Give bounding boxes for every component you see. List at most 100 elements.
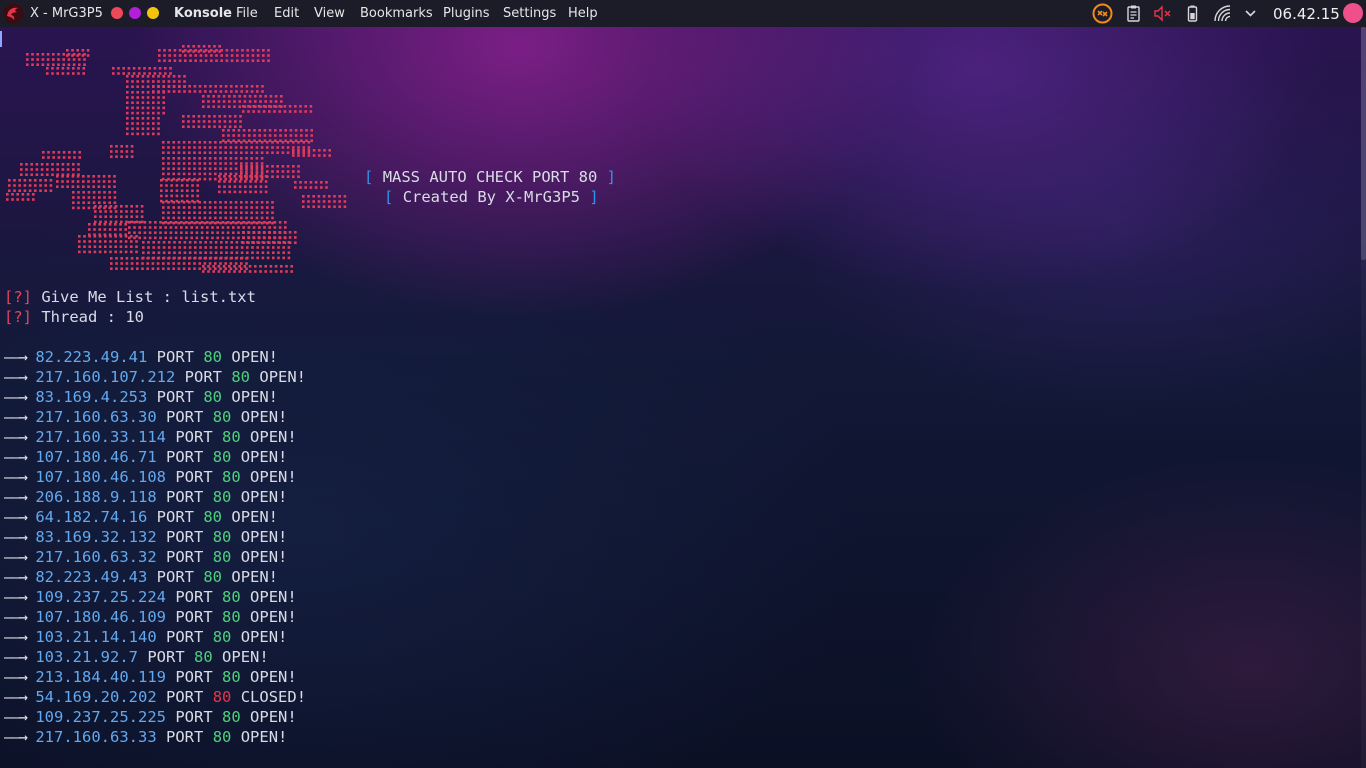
prompt-thread-line: [?] Thread : 10 (4, 307, 144, 327)
result-arrow: ——→ (4, 528, 28, 546)
result-port: 80 (222, 468, 241, 486)
result-ip: 83.169.4.253 (35, 388, 148, 406)
result-ip: 103.21.14.140 (35, 628, 157, 646)
minimize-window-button[interactable] (147, 7, 159, 19)
result-ip: 217.160.63.30 (35, 408, 157, 426)
result-status: OPEN! (231, 568, 279, 586)
ascii-art-logo (6, 45, 347, 273)
result-arrow: ——→ (4, 728, 28, 746)
result-status: OPEN! (250, 668, 297, 686)
result-arrow: ——→ (4, 708, 28, 726)
result-status: OPEN! (240, 528, 288, 546)
battery-icon[interactable] (1182, 3, 1203, 24)
result-ip: 217.160.63.32 (35, 548, 157, 566)
result-status: OPEN! (250, 588, 297, 606)
menu-file[interactable]: File (236, 6, 258, 21)
result-line: ——→ 107.180.46.108 PORT 80 OPEN! (4, 467, 297, 487)
banner-title-line: [ MASS AUTO CHECK PORT 80 ] (364, 167, 616, 187)
result-status: OPEN! (240, 488, 288, 506)
result-port-label: PORT (166, 488, 204, 506)
banner-subtitle-line: [ Created By X-MrG3P5 ] (384, 187, 599, 207)
result-port: 80 (212, 488, 232, 506)
result-arrow: ——→ (4, 608, 28, 626)
menu-bookmarks[interactable]: Bookmarks (360, 6, 433, 21)
result-port-label: PORT (147, 648, 185, 666)
result-ip: 107.180.46.71 (35, 448, 157, 466)
result-status: OPEN! (231, 348, 279, 366)
result-ip: 217.160.107.212 (35, 368, 176, 386)
result-arrow: ——→ (4, 508, 28, 526)
result-line: ——→ 83.169.32.132 PORT 80 OPEN! (4, 527, 287, 547)
result-arrow: ——→ (4, 368, 28, 386)
result-status: OPEN! (240, 408, 288, 426)
result-port-label: PORT (156, 508, 194, 526)
scrollbar-thumb[interactable] (1361, 27, 1366, 260)
result-arrow: ——→ (4, 588, 28, 606)
app-logo-icon[interactable] (3, 3, 24, 24)
result-status: OPEN! (259, 368, 307, 386)
result-line: ——→ 217.160.63.33 PORT 80 OPEN! (4, 727, 287, 747)
result-ip: 64.182.74.16 (35, 508, 148, 526)
menu-settings[interactable]: Settings (503, 6, 556, 21)
maximize-window-button[interactable] (129, 7, 141, 19)
result-status: OPEN! (240, 728, 288, 746)
window-title: X - MrG3P5 (30, 6, 103, 21)
result-arrow: ——→ (4, 668, 28, 686)
result-port: 80 (212, 728, 232, 746)
user-avatar[interactable] (1343, 3, 1363, 23)
result-ip: 54.169.20.202 (35, 688, 157, 706)
result-line: ——→ 103.21.92.7 PORT 80 OPEN! (4, 647, 269, 667)
result-ip: 213.184.40.119 (35, 668, 166, 686)
result-line: ——→ 82.223.49.41 PORT 80 OPEN! (4, 347, 278, 367)
ascii-art-dots (6, 45, 347, 273)
banner-bracket-close: ] (606, 168, 617, 186)
result-line: ——→ 109.237.25.224 PORT 80 OPEN! (4, 587, 297, 607)
result-line: ——→ 213.184.40.119 PORT 80 OPEN! (4, 667, 297, 687)
clipboard-icon[interactable] (1123, 3, 1144, 24)
result-status: OPEN! (240, 448, 288, 466)
result-status: CLOSED! (240, 688, 307, 706)
terminal-area[interactable]: [ MASS AUTO CHECK PORT 80 ] [ Created By… (0, 27, 1366, 768)
result-arrow: ——→ (4, 628, 28, 646)
result-port: 80 (212, 688, 232, 706)
result-port: 80 (212, 548, 232, 566)
sync-icon[interactable] (1092, 3, 1113, 24)
volume-muted-icon[interactable] (1152, 3, 1173, 24)
result-ip: 206.188.9.118 (35, 488, 157, 506)
result-port-label: PORT (166, 548, 204, 566)
result-port-label: PORT (166, 408, 204, 426)
menu-plugins[interactable]: Plugins (443, 6, 490, 21)
prompt-text: Give Me List : list.txt (41, 288, 256, 306)
close-window-button[interactable] (111, 7, 123, 19)
result-status: OPEN! (231, 388, 279, 406)
result-status: OPEN! (250, 428, 297, 446)
prompt-text: Thread : 10 (41, 308, 144, 326)
menu-view[interactable]: View (314, 6, 345, 21)
result-line: ——→ 109.237.25.225 PORT 80 OPEN! (4, 707, 297, 727)
result-line: ——→ 107.180.46.71 PORT 80 OPEN! (4, 447, 287, 467)
result-port-label: PORT (175, 668, 213, 686)
result-arrow: ——→ (4, 688, 28, 706)
top-panel: X - MrG3P5 Konsole File Edit View Bookma… (0, 0, 1366, 27)
result-ip: 109.237.25.224 (35, 588, 166, 606)
result-line: ——→ 217.160.63.32 PORT 80 OPEN! (4, 547, 287, 567)
result-port-label: PORT (175, 588, 213, 606)
chevron-down-icon[interactable] (1240, 3, 1261, 24)
result-status: OPEN! (231, 508, 279, 526)
result-port: 80 (203, 508, 223, 526)
menu-help[interactable]: Help (568, 6, 598, 21)
result-ip: 82.223.49.43 (35, 568, 148, 586)
result-ip: 109.237.25.225 (35, 708, 166, 726)
clock[interactable]: 06.42.15 (1273, 5, 1340, 23)
app-name[interactable]: Konsole (174, 6, 232, 21)
result-port: 80 (203, 568, 223, 586)
result-line: ——→ 206.188.9.118 PORT 80 OPEN! (4, 487, 287, 507)
banner-sub-bracket-close: ] (589, 188, 599, 206)
result-line: ——→ 54.169.20.202 PORT 80 CLOSED! (4, 687, 306, 707)
wifi-icon[interactable] (1212, 3, 1233, 24)
result-port: 80 (222, 608, 241, 626)
menu-edit[interactable]: Edit (274, 6, 299, 21)
result-port-label: PORT (156, 388, 194, 406)
result-port: 80 (203, 388, 223, 406)
result-status: OPEN! (250, 468, 297, 486)
